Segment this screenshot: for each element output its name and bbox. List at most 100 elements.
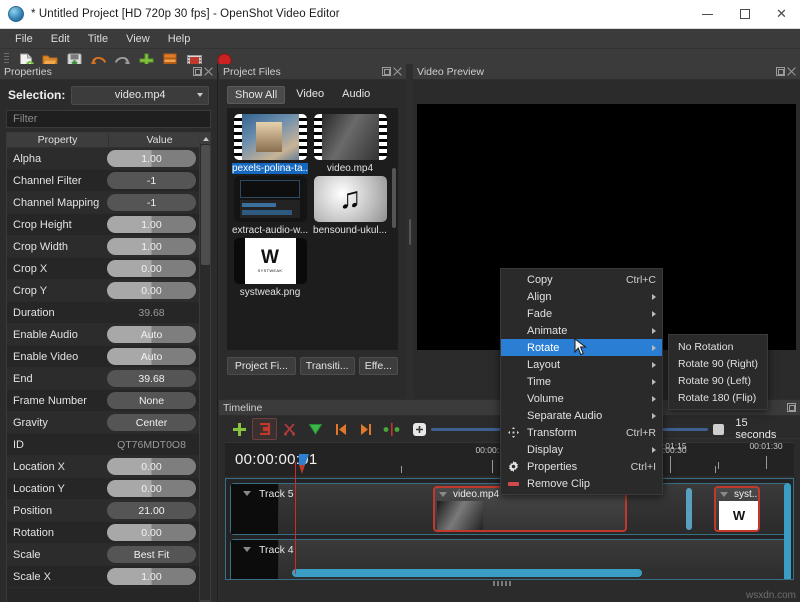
playhead-handle[interactable]	[297, 454, 310, 477]
chevron-down-icon[interactable]	[243, 491, 251, 496]
property-value[interactable]: QT76MDT0O8	[107, 436, 196, 453]
project-files-float-icon[interactable]	[382, 67, 391, 76]
property-row[interactable]: Crop X 0.00	[7, 258, 210, 280]
property-value[interactable]: 0.00	[107, 282, 196, 299]
timeline-horizontal-scrollbar[interactable]	[292, 569, 642, 577]
property-value[interactable]: 21.00	[107, 502, 196, 519]
next-marker-icon[interactable]	[354, 418, 378, 440]
menu-title[interactable]: Title	[79, 31, 117, 47]
property-value[interactable]: 0.00	[107, 524, 196, 541]
add-track-icon[interactable]	[227, 418, 251, 440]
rotate-option-rotate-180-flip-[interactable]: Rotate 180 (Flip)	[669, 389, 767, 406]
rotate-option-rotate-90-right-[interactable]: Rotate 90 (Right)	[669, 355, 767, 372]
property-value[interactable]: 0.00	[107, 458, 196, 475]
property-row[interactable]: ID QT76MDT0O8	[7, 434, 210, 456]
chevron-down-icon[interactable]	[243, 547, 251, 552]
property-row[interactable]: Duration 39.68	[7, 302, 210, 324]
scrollbar-thumb[interactable]	[201, 145, 210, 265]
property-row[interactable]: Position 21.00	[7, 500, 210, 522]
timeline-vertical-scrollbar[interactable]	[784, 483, 791, 579]
bottom-tab-project-files[interactable]: Project Fi...	[227, 357, 296, 375]
tab-video[interactable]: Video	[289, 86, 331, 104]
close-button[interactable]: ✕	[763, 0, 800, 29]
property-value[interactable]: Center	[107, 414, 196, 431]
bottom-tab-effects[interactable]: Effe...	[358, 357, 399, 375]
file-thumbnail[interactable]	[313, 114, 387, 160]
file-thumbnail[interactable]	[233, 176, 307, 222]
minimize-button[interactable]	[689, 0, 726, 29]
zoom-in-icon[interactable]	[413, 422, 427, 436]
property-value[interactable]: 0.00	[107, 480, 196, 497]
project-files-close-icon[interactable]	[393, 67, 402, 76]
properties-float-icon[interactable]	[193, 67, 202, 76]
property-value[interactable]: 1.00	[107, 216, 196, 233]
vertical-splitter[interactable]	[406, 64, 413, 399]
property-row[interactable]: Channel Mapping -1	[7, 192, 210, 214]
property-row[interactable]: Enable Audio Auto	[7, 324, 210, 346]
project-files-scrollbar[interactable]	[392, 168, 396, 228]
add-marker-icon[interactable]	[303, 418, 327, 440]
property-row[interactable]: End 39.68	[7, 368, 210, 390]
property-value[interactable]: 1.00	[107, 568, 196, 585]
property-row[interactable]: Gravity Center	[7, 412, 210, 434]
property-row[interactable]: Location X 0.00	[7, 456, 210, 478]
zoom-out-icon[interactable]	[712, 423, 725, 435]
menu-file[interactable]: File	[6, 31, 42, 47]
property-row[interactable]: Crop Width 1.00	[7, 236, 210, 258]
property-value[interactable]: 1.00	[107, 238, 196, 255]
tab-show-all[interactable]: Show All	[227, 86, 286, 104]
menu-edit[interactable]: Edit	[42, 31, 79, 47]
list-item[interactable]: W SYSTWEAK systweak.png	[231, 238, 309, 298]
center-playhead-icon[interactable]	[379, 418, 403, 440]
property-value[interactable]: 0.00	[107, 260, 196, 277]
property-filter-input[interactable]: Filter	[6, 110, 211, 128]
property-row[interactable]: Frame Number None	[7, 390, 210, 412]
property-row[interactable]: Alpha 1.00	[7, 148, 210, 170]
property-row[interactable]: Crop Height 1.00	[7, 214, 210, 236]
context-menu-item-display[interactable]: Display	[501, 441, 662, 458]
list-item[interactable]: video.mp4	[311, 114, 389, 174]
menu-help[interactable]: Help	[159, 31, 200, 47]
scroll-up-icon[interactable]	[200, 133, 210, 144]
properties-scrollbar[interactable]	[199, 133, 210, 602]
snapping-toggle-icon[interactable]	[252, 418, 277, 440]
rotate-option-rotate-90-left-[interactable]: Rotate 90 (Left)	[669, 372, 767, 389]
timeline-float-icon[interactable]	[787, 403, 796, 412]
context-menu-item-fade[interactable]: Fade	[501, 305, 662, 322]
property-value[interactable]: 1.00	[107, 150, 196, 167]
property-value[interactable]: None	[107, 392, 196, 409]
property-row[interactable]: Crop Y 0.00	[7, 280, 210, 302]
context-menu-item-remove-clip[interactable]: Remove Clip	[501, 475, 662, 492]
property-row[interactable]: Scale Best Fit	[7, 544, 210, 566]
context-menu-item-animate[interactable]: Animate	[501, 322, 662, 339]
property-row[interactable]: Scale X 1.00	[7, 566, 210, 588]
context-menu-item-copy[interactable]: Copy Ctrl+C	[501, 271, 662, 288]
property-value[interactable]: Best Fit	[107, 546, 196, 563]
property-value[interactable]: Auto	[107, 326, 196, 343]
context-menu-item-transform[interactable]: Transform Ctrl+R	[501, 424, 662, 441]
file-thumbnail[interactable]: ♫	[313, 176, 387, 222]
list-item[interactable]: pexels-polina-ta...	[231, 114, 309, 174]
property-row[interactable]: Enable Video Auto	[7, 346, 210, 368]
context-menu-item-properties[interactable]: Properties Ctrl+I	[501, 458, 662, 475]
property-value[interactable]: -1	[107, 172, 196, 189]
razor-tool-icon[interactable]	[278, 418, 302, 440]
maximize-button[interactable]	[726, 0, 763, 29]
context-menu-item-align[interactable]: Align	[501, 288, 662, 305]
timeline-clip-systweak[interactable]: syst... W	[714, 486, 760, 532]
video-preview-float-icon[interactable]	[776, 67, 785, 76]
context-menu-item-time[interactable]: Time	[501, 373, 662, 390]
list-item[interactable]: extract-audio-w...	[231, 176, 309, 236]
property-value[interactable]: Auto	[107, 348, 196, 365]
bottom-tab-transitions[interactable]: Transiti...	[299, 357, 355, 375]
clip-handle[interactable]	[686, 488, 692, 530]
chevron-down-icon[interactable]	[720, 492, 728, 497]
status-resize-grip[interactable]	[493, 581, 511, 586]
properties-close-icon[interactable]	[204, 67, 213, 76]
video-preview-close-icon[interactable]	[787, 67, 796, 76]
property-value[interactable]: 39.68	[107, 304, 196, 321]
property-value[interactable]: -1	[107, 194, 196, 211]
property-row[interactable]: Rotation 0.00	[7, 522, 210, 544]
context-menu-item-separate-audio[interactable]: Separate Audio	[501, 407, 662, 424]
selection-dropdown[interactable]: video.mp4	[71, 85, 209, 105]
